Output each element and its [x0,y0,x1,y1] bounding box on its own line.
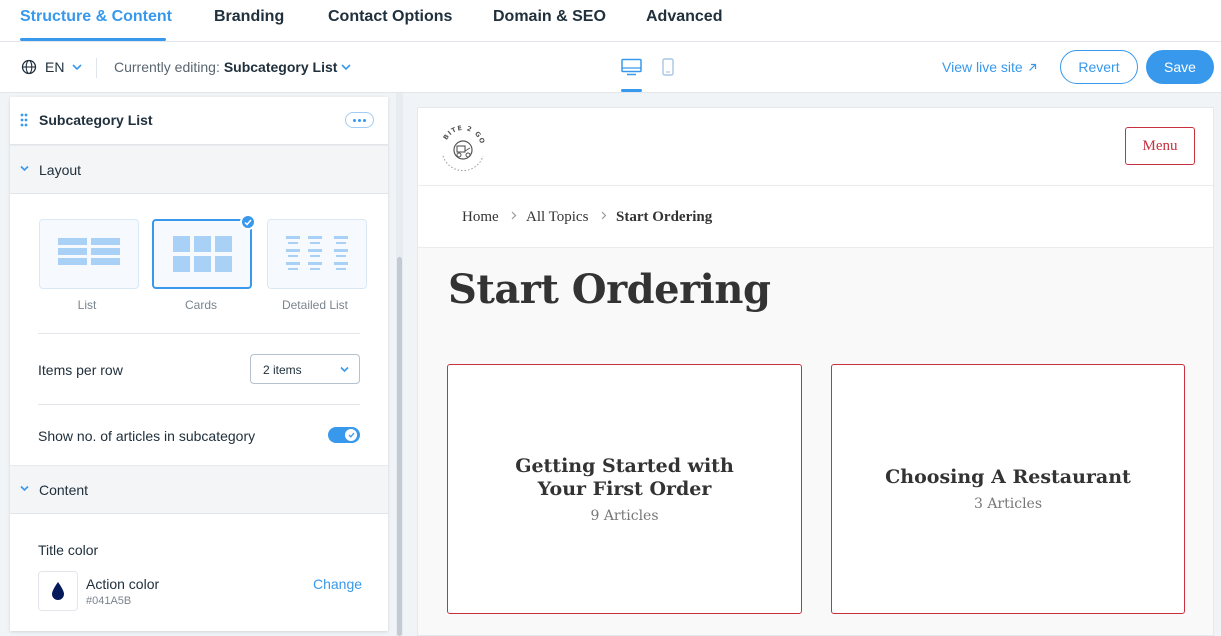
check-icon [348,432,354,438]
card-title: Choosing A Restaurant [885,466,1131,488]
cards-layout-icon [173,236,232,272]
revert-button[interactable]: Revert [1060,50,1138,84]
layout-option-cards-label: Cards [184,298,217,312]
active-device-indicator [621,89,642,92]
top-navigation: Structure & Content Branding Contact Opt… [0,0,1221,42]
brand-logo: BITE 2 GO [437,122,489,174]
language-label: EN [45,59,65,75]
page-title: Start Ordering [448,266,771,313]
chevron-down-icon [20,485,29,492]
editing-selector[interactable]: Currently editing: Subcategory List [114,59,351,75]
layout-option-detailed-list[interactable] [267,219,367,289]
editing-target: Subcategory List [223,59,338,75]
layout-section-header[interactable]: Layout [10,145,388,194]
divider [38,404,360,405]
site-preview: BITE 2 GO Menu Home All Topics Start Ord… [417,107,1214,636]
selected-check-icon [240,214,256,230]
chevron-right-icon [511,211,517,220]
items-per-row-value: 2 items [263,363,302,377]
editing-prefix: Currently editing: [114,59,220,75]
breadcrumb-home[interactable]: Home [462,209,499,226]
show-article-count-toggle[interactable] [328,427,360,443]
color-name: Action color [86,576,160,592]
change-color-link[interactable]: Change [313,576,362,592]
panel-scrollbar-thumb[interactable] [397,257,402,636]
subcategory-card[interactable]: Choosing A Restaurant 3 Articles [831,364,1185,614]
color-hex: #041A5B [86,595,132,607]
chevron-down-icon [72,64,83,71]
tab-advanced[interactable]: Advanced [646,8,722,26]
view-live-site-link[interactable]: View live site [942,59,1037,75]
desktop-view-icon[interactable] [621,58,642,76]
detailed-list-layout-icon [286,236,348,270]
layout-option-cards[interactable] [152,219,252,289]
subcategory-card[interactable]: Getting Started with Your First Order 9 … [447,364,802,614]
card-article-count: 3 Articles [973,496,1043,512]
color-drop-icon [52,582,64,600]
more-options-button[interactable] [345,112,374,128]
title-color-label: Title color [38,542,99,558]
settings-panel: Subcategory List Layout List Cards Detai… [10,97,388,631]
site-header: BITE 2 GO Menu [418,108,1213,186]
show-article-count-label: Show no. of articles in subcategory [38,428,256,444]
chevron-right-icon [601,211,607,220]
globe-icon [21,59,37,75]
editor-toolbar: EN Currently editing: Subcategory List V… [0,42,1221,93]
breadcrumb: Home All Topics Start Ordering [418,186,1213,248]
drag-handle-icon[interactable] [20,113,28,127]
mobile-view-icon[interactable] [662,58,674,76]
divider [96,58,97,78]
layout-section-label: Layout [39,162,82,178]
layout-option-list-label: List [77,298,97,312]
breadcrumb-all-topics[interactable]: All Topics [526,209,588,226]
divider [38,333,360,334]
items-per-row-label: Items per row [38,362,123,378]
toggle-knob [345,429,357,441]
save-button[interactable]: Save [1146,50,1214,84]
content-section-label: Content [39,482,89,498]
chevron-down-icon [341,64,351,71]
list-layout-icon [58,238,120,265]
tab-branding[interactable]: Branding [214,8,284,26]
breadcrumb-current: Start Ordering [616,209,713,225]
tab-structure-content[interactable]: Structure & Content [20,8,172,26]
panel-header: Subcategory List [10,97,388,145]
menu-button[interactable]: Menu [1125,127,1195,165]
panel-title: Subcategory List [39,112,153,128]
tab-contact-options[interactable]: Contact Options [328,8,452,26]
card-article-count: 9 Articles [590,508,659,524]
layout-option-detailed-list-label: Detailed List [281,298,349,312]
items-per-row-dropdown[interactable]: 2 items [250,354,360,384]
color-swatch[interactable] [38,571,78,611]
external-link-icon [1028,63,1036,71]
active-tab-indicator [20,38,166,41]
card-title: Getting Started with Your First Order [515,455,734,500]
layout-option-list[interactable] [39,219,139,289]
chevron-down-icon [20,165,29,172]
language-selector[interactable]: EN [21,59,83,75]
view-live-label: View live site [942,59,1023,75]
tab-domain-seo[interactable]: Domain & SEO [493,8,606,26]
chevron-down-icon [340,366,349,373]
content-section-header[interactable]: Content [10,465,388,514]
